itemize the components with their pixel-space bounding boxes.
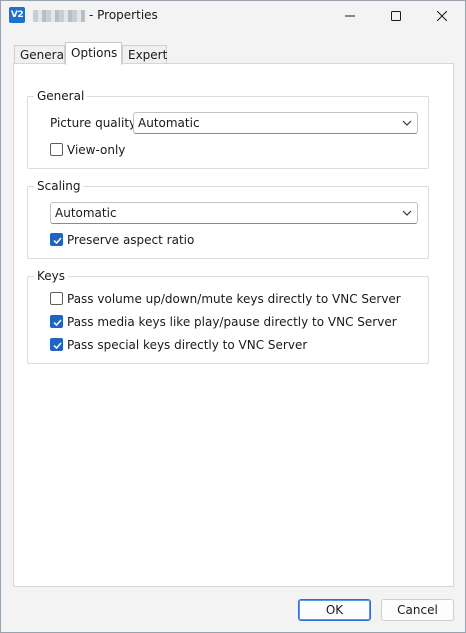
preserve-aspect-label[interactable]: Preserve aspect ratio bbox=[67, 233, 194, 247]
general-group-title: General bbox=[34, 89, 88, 103]
scaling-group-title: Scaling bbox=[34, 179, 84, 193]
tab-options[interactable]: Options bbox=[65, 42, 122, 65]
view-only-label[interactable]: View-only bbox=[67, 143, 125, 157]
checkmark-icon bbox=[53, 237, 62, 245]
ok-button[interactable]: OK bbox=[298, 599, 371, 621]
pass-volume-keys-label[interactable]: Pass volume up/down/mute keys directly t… bbox=[67, 292, 401, 306]
keys-group-title: Keys bbox=[34, 269, 69, 283]
tab-expert[interactable]: Expert bbox=[122, 45, 167, 64]
tab-general[interactable]: General bbox=[14, 45, 67, 64]
view-only-checkbox[interactable] bbox=[50, 143, 63, 156]
checkmark-icon bbox=[53, 342, 62, 350]
title-bar[interactable]: V2 - Properties bbox=[1, 1, 465, 31]
scaling-select[interactable]: Automatic bbox=[50, 202, 418, 224]
close-icon bbox=[437, 11, 447, 21]
window-title: - Properties bbox=[89, 8, 158, 22]
pass-special-keys-label[interactable]: Pass special keys directly to VNC Server bbox=[67, 338, 307, 352]
checkmark-icon bbox=[53, 319, 62, 327]
pass-media-keys-label[interactable]: Pass media keys like play/pause directly… bbox=[67, 315, 397, 329]
chevron-down-icon bbox=[402, 120, 412, 126]
scaling-value: Automatic bbox=[55, 206, 117, 220]
maximize-button[interactable] bbox=[373, 1, 419, 31]
title-obscured-hostname bbox=[33, 10, 85, 22]
picture-quality-label: Picture quality: bbox=[50, 116, 140, 130]
maximize-icon bbox=[391, 11, 401, 21]
pass-media-keys-checkbox[interactable] bbox=[50, 315, 63, 328]
pass-special-keys-checkbox[interactable] bbox=[50, 338, 63, 351]
picture-quality-value: Automatic bbox=[138, 116, 200, 130]
chevron-down-icon bbox=[402, 210, 412, 216]
cancel-button[interactable]: Cancel bbox=[381, 599, 454, 621]
vnc-app-icon: V2 bbox=[9, 7, 25, 23]
properties-window: V2 - Properties General Options Expert G… bbox=[0, 0, 466, 633]
minimize-icon bbox=[345, 15, 355, 17]
close-button[interactable] bbox=[419, 1, 465, 31]
preserve-aspect-checkbox[interactable] bbox=[50, 233, 63, 246]
pass-volume-keys-checkbox[interactable] bbox=[50, 292, 63, 305]
picture-quality-select[interactable]: Automatic bbox=[133, 112, 418, 134]
minimize-button[interactable] bbox=[327, 1, 373, 31]
